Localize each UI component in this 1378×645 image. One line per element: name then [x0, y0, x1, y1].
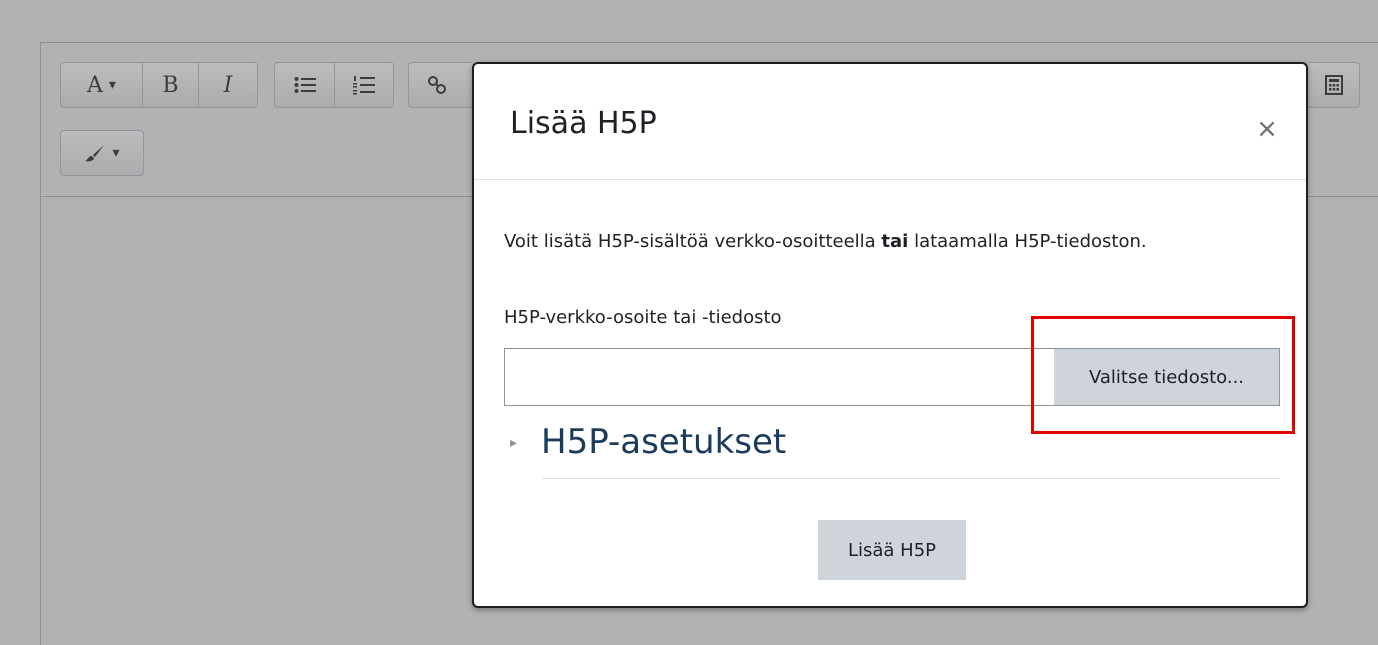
intro-text-end: lataamalla H5P-tiedoston. [908, 231, 1147, 252]
paintbrush-icon [85, 145, 105, 162]
dialog-header: Lisää H5P × [474, 64, 1306, 180]
clear-formatting-button[interactable]: ▾ [61, 131, 143, 175]
bold-button[interactable]: B [143, 63, 199, 107]
dialog-title: Lisää H5P [510, 106, 657, 141]
intro-text-start: Voit lisätä H5P-sisältöä verkko-osoittee… [504, 231, 882, 252]
h5p-settings-toggle[interactable]: ▸ H5P-asetukset [510, 422, 786, 462]
italic-icon: I [223, 72, 233, 98]
h5p-url-label: H5P-verkko-osoite tai -tiedosto [504, 307, 782, 328]
toolbar-group-format: ▾ [60, 130, 144, 176]
chevron-down-icon: ▾ [108, 77, 116, 93]
add-h5p-button[interactable]: Lisää H5P [818, 520, 966, 580]
link-icon [428, 76, 446, 94]
calculator-icon [1324, 75, 1343, 95]
settings-divider [542, 478, 1280, 479]
toolbar-group-lists [274, 62, 394, 108]
ordered-list-icon [353, 76, 375, 95]
unordered-list-icon [294, 77, 316, 93]
chevron-down-icon: ▾ [112, 145, 120, 161]
intro-text-bold: tai [881, 231, 909, 252]
unordered-list-button[interactable] [275, 63, 335, 107]
caret-right-icon: ▸ [510, 435, 518, 451]
toolbar-group-link [408, 62, 472, 108]
toolbar-group-text-style: A ▾ B I [60, 62, 258, 108]
add-h5p-dialog: Lisää H5P × Voit lisätä H5P-sisältöä ver… [472, 62, 1308, 608]
font-style-icon: A [87, 72, 103, 98]
equation-button[interactable] [1308, 62, 1360, 108]
bold-icon: B [162, 72, 179, 98]
dialog-intro-text: Voit lisätä H5P-sisältöä verkko-osoittee… [504, 231, 1147, 252]
close-button[interactable]: × [1252, 114, 1282, 144]
h5p-settings-title: H5P-asetukset [541, 422, 787, 462]
choose-file-button[interactable]: Valitse tiedosto... [1054, 349, 1279, 405]
link-button[interactable] [409, 63, 465, 107]
close-icon: × [1256, 114, 1278, 144]
ordered-list-button[interactable] [335, 63, 393, 107]
italic-button[interactable]: I [199, 63, 257, 107]
font-style-button[interactable]: A ▾ [61, 63, 143, 107]
